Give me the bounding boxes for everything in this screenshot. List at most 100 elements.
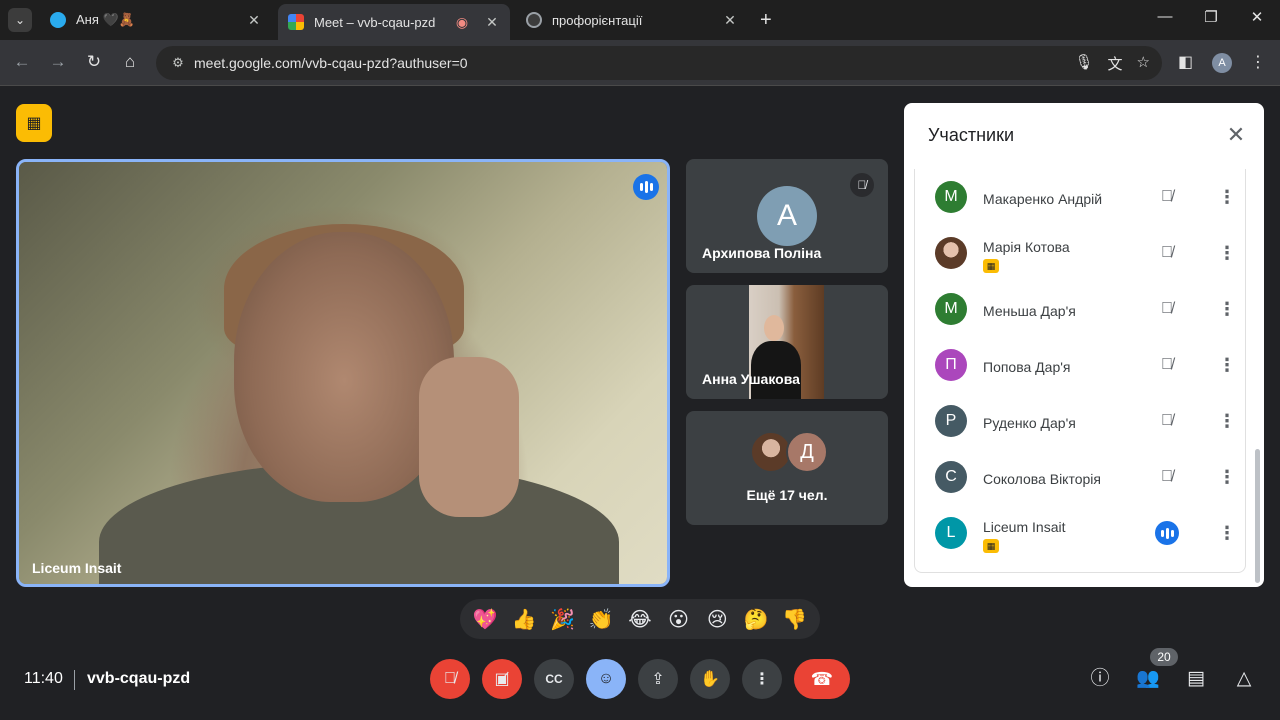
list-item[interactable]: П Попова Дар'я 🎙̸ ⋮ [915,337,1247,393]
tab-strip: ⌄ Аня 🖤🧸 ✕ Meet – vvb-cqau-pzd ◉ ✕ профо… [0,0,1280,40]
tab-3[interactable]: профорієнтації ✕ [516,4,748,36]
list-item[interactable]: Р Руденко Дар'я 🎙̸ ⋮ [915,393,1247,449]
more-options-icon[interactable]: ⋮ [1215,465,1239,489]
participant-name: Соколова Вікторія [983,471,1101,487]
participant-name: Попова Дар'я [983,359,1071,375]
main-video-tile[interactable]: Liceum Insait [16,159,670,587]
people-icon: 👥 [1136,668,1160,689]
minimize-button[interactable]: — [1142,8,1188,25]
emoji-icon: ☺ [597,670,615,687]
close-icon[interactable]: ✕ [1224,123,1248,147]
globe-icon [526,12,542,28]
toggle-camera-button[interactable]: ▣̸ [482,659,522,699]
new-tab-button[interactable]: + [760,10,772,30]
more-options-button[interactable]: ⋮ [742,659,782,699]
mic-off-icon[interactable]: 🎙̸ [1155,409,1179,433]
toggle-mic-button[interactable]: 🎙̸ [430,659,470,699]
mic-off-icon[interactable]: 🎙̸ [1155,185,1179,209]
mic-off-icon[interactable]: 🎙̸ [1155,465,1179,489]
reactions-button[interactable]: ☺ [586,659,626,699]
avatar: L [935,517,967,549]
more-participants-tile[interactable]: Д Ещё 17 чел. [686,411,888,525]
reaction-surprised[interactable]: 😮 [664,607,694,632]
reaction-thumbs-up[interactable]: 👍 [509,607,539,632]
main-tile-name: Liceum Insait [32,560,122,576]
url-text[interactable]: meet.google.com/vvb-cqau-pzd?authuser=0 [194,55,468,71]
list-item[interactable]: С Соколова Вікторія 🎙̸ ⋮ [915,449,1247,505]
reload-button[interactable]: ↻ [82,52,106,72]
more-options-icon[interactable]: ⋮ [1215,353,1239,377]
participant-tile-ushakova[interactable]: Анна Ушакова [686,285,888,399]
restore-button[interactable]: ❐ [1188,8,1234,26]
site-info-icon[interactable]: ⚙ [162,55,194,71]
reaction-thumbs-down[interactable]: 👎 [780,607,810,632]
list-item[interactable]: L Liceum Insait ▦ ⋮ [915,505,1247,561]
side-panel-icon[interactable]: ◧ [1178,52,1193,72]
participant-count-badge: 20 [1150,648,1178,666]
chevron-down-icon: ⌄ [14,13,26,27]
meet-icon [288,14,304,30]
back-button[interactable]: ← [10,52,34,72]
list-item[interactable]: М Меньша Дар'я 🎙̸ ⋮ [915,281,1247,337]
list-item[interactable]: М Макаренко Андрій 🎙̸ ⋮ [915,169,1247,225]
camera-off-icon[interactable]: ▦ [16,104,52,142]
tab-2[interactable]: Meet – vvb-cqau-pzd ◉ ✕ [278,4,510,40]
reaction-thinking[interactable]: 🤔 [741,607,771,632]
participants-panel: Участники ✕ М Макаренко Андрій 🎙̸ ⋮ Марі… [904,103,1264,587]
address-bar[interactable]: ⚙ meet.google.com/vvb-cqau-pzd?authuser=… [156,46,1162,80]
more-options-icon[interactable]: ⋮ [1215,521,1239,545]
captions-button[interactable]: CC [534,659,574,699]
camera-off-icon: ▦ [983,539,999,553]
scrollbar[interactable] [1255,449,1260,583]
participant-name: Меньша Дар'я [983,303,1076,319]
camera-off-icon: ▣̸ [494,671,510,688]
list-item[interactable]: Марія Котова ▦ 🎙̸ ⋮ [915,225,1247,281]
raise-hand-button[interactable]: ✋ [690,659,730,699]
hand-icon: ✋ [700,671,720,688]
more-options-icon[interactable]: ⋮ [1215,297,1239,321]
present-screen-icon: ⇪ [651,671,665,688]
translate-icon[interactable]: 文 [1108,53,1123,74]
participant-name: Марія Котова [983,239,1070,255]
more-options-icon[interactable]: ⋮ [1215,241,1239,265]
tab-1[interactable]: Аня 🖤🧸 ✕ [40,4,272,36]
participant-tile-arkhipova[interactable]: А 🎙̸ Архипова Поліна [686,159,888,273]
chat-button[interactable]: ▤ [1183,666,1209,692]
forward-button[interactable]: → [46,52,70,72]
camera-off-icon: ▦ [983,259,999,273]
more-options-icon[interactable]: ⋮ [1215,409,1239,433]
profile-avatar[interactable]: A [1212,53,1232,73]
people-button[interactable]: 👥 [1135,666,1161,692]
mic-off-icon[interactable]: 🎙̸ [1155,353,1179,377]
reactions-bar: 💖 👍 🎉 👏 😂 😮 😢 🤔 👎 [460,599,820,639]
mic-off-icon[interactable]: 🎙̸ [1155,297,1179,321]
tab-close-icon[interactable]: ✕ [722,12,738,29]
tab-close-icon[interactable]: ✕ [484,14,500,31]
microphone-icon[interactable]: 🎙 [1074,53,1093,74]
tab-close-icon[interactable]: ✕ [246,12,262,29]
participant-list: М Макаренко Андрій 🎙̸ ⋮ Марія Котова ▦ 🎙… [914,169,1246,573]
star-icon[interactable]: ☆ [1137,53,1150,74]
present-button[interactable]: ⇪ [638,659,678,699]
activities-icon: △ [1236,668,1252,689]
menu-icon[interactable]: ⋮ [1250,52,1266,72]
speaking-indicator-icon [1155,521,1179,545]
reaction-sad[interactable]: 😢 [702,607,732,632]
chat-icon: ▤ [1187,668,1205,689]
avatar: М [935,181,967,213]
reaction-clap[interactable]: 👏 [586,607,616,632]
mic-off-icon: 🎙̸ [850,173,874,197]
reaction-heart[interactable]: 💖 [470,607,500,632]
meeting-info-button[interactable]: ⓘ [1087,666,1113,692]
tab-search-button[interactable]: ⌄ [8,8,32,32]
close-window-button[interactable]: ✕ [1234,8,1280,26]
home-button[interactable]: ⌂ [118,52,142,72]
more-options-icon[interactable]: ⋮ [1215,185,1239,209]
leave-call-button[interactable]: ☎ [794,659,850,699]
activities-button[interactable]: △ [1231,666,1257,692]
reaction-laugh[interactable]: 😂 [625,607,655,632]
reaction-party[interactable]: 🎉 [548,607,578,632]
mic-off-icon[interactable]: 🎙̸ [1155,241,1179,265]
divider [74,670,75,690]
avatar: М [935,293,967,325]
